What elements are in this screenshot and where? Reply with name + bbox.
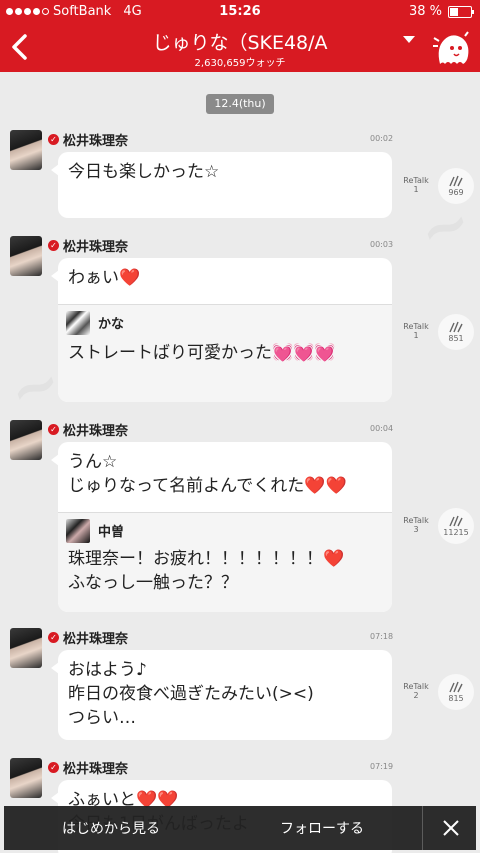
back-chevron-icon[interactable] xyxy=(6,30,34,64)
verified-badge-icon: ✓ xyxy=(48,240,59,251)
close-icon[interactable] xyxy=(440,817,462,839)
message-text: 今日も楽しかった☆ xyxy=(68,162,220,182)
post-time: 07:18 xyxy=(370,632,394,641)
poster-name: 松井珠理奈 xyxy=(63,762,129,777)
clap-button[interactable]: 11215 xyxy=(438,508,474,544)
retalk-count: 2 xyxy=(413,691,419,700)
page-title: じゅりな（SKE48/A xyxy=(152,32,328,54)
clap-button[interactable]: 851 xyxy=(438,314,474,350)
dropdown-caret-icon[interactable] xyxy=(403,36,415,43)
clap-count: 969 xyxy=(448,188,464,197)
commenter-name: 中曽 xyxy=(98,525,125,540)
retalk-button[interactable]: ReTalk 1 xyxy=(396,322,436,340)
bottom-action-bar: はじめから見る フォローする xyxy=(4,806,476,850)
quoted-comment[interactable]: 中曽 珠理奈ー！お疲れ！！！！！！！❤️ ふなっし一触った？？ xyxy=(58,512,392,612)
avatar[interactable] xyxy=(10,758,42,798)
retalk-label: ReTalk xyxy=(403,176,429,185)
message-bubble[interactable]: おはよう♪ 昨日の夜食べ過ぎたみたい(><) つらい… xyxy=(51,650,392,740)
ghost-mascot-icon[interactable] xyxy=(430,28,474,68)
post-time: 07:19 xyxy=(370,762,394,771)
clap-count: 815 xyxy=(448,694,464,703)
post-time: 00:02 xyxy=(370,134,394,143)
poster-name: 松井珠理奈 xyxy=(63,632,129,647)
message-bubble[interactable]: わぁい❤️ かな ストレートばり可愛かった💓💓💓 xyxy=(51,258,392,402)
poster-name: 松井珠理奈 xyxy=(63,134,129,149)
retalk-label: ReTalk xyxy=(403,322,429,331)
clap-hands-icon xyxy=(449,515,463,527)
clap-count: 851 xyxy=(448,334,464,343)
retalk-count: 1 xyxy=(413,185,419,194)
verified-badge-icon: ✓ xyxy=(48,762,59,773)
battery-percent: 38 % xyxy=(408,4,442,19)
comment-text: ストレートばり可愛かった💓💓💓 xyxy=(68,343,336,363)
avatar[interactable] xyxy=(10,420,42,460)
clap-hands-icon xyxy=(449,321,463,333)
message-bubble[interactable]: うん☆ じゅりなって名前よんでくれた❤️❤️ 中曽 珠理奈ー！お疲れ！！！！！！… xyxy=(51,442,392,612)
watch-count: 2,630,659ウォッチ xyxy=(194,58,286,69)
clap-hands-icon xyxy=(449,681,463,693)
retalk-button[interactable]: ReTalk 1 xyxy=(396,176,436,194)
date-separator: 12.4(thu) xyxy=(206,94,274,114)
commenter-avatar xyxy=(66,519,90,543)
poster-name: 松井珠理奈 xyxy=(63,240,129,255)
retalk-count: 3 xyxy=(413,525,419,534)
quoted-comment[interactable]: かな ストレートばり可愛かった💓💓💓 xyxy=(58,304,392,402)
comment-text: 珠理奈ー！お疲れ！！！！！！！❤️ ふなっし一触った？？ xyxy=(68,549,345,593)
verified-badge-icon: ✓ xyxy=(48,134,59,145)
avatar[interactable] xyxy=(10,130,42,170)
post-time: 00:03 xyxy=(370,240,394,249)
retalk-button[interactable]: ReTalk 2 xyxy=(396,682,436,700)
commenter-name: かな xyxy=(98,317,125,332)
divider xyxy=(422,806,423,850)
clap-hands-icon xyxy=(449,175,463,187)
avatar[interactable] xyxy=(10,236,42,276)
retalk-button[interactable]: ReTalk 3 xyxy=(396,516,436,534)
message-text: うん☆ じゅりなって名前よんでくれた❤️❤️ xyxy=(68,452,347,496)
verified-badge-icon: ✓ xyxy=(48,424,59,435)
post-time: 00:04 xyxy=(370,424,394,433)
retalk-count: 1 xyxy=(413,331,419,340)
follow-button[interactable]: フォローする xyxy=(280,818,364,838)
battery-icon xyxy=(448,5,474,18)
start-from-beginning-button[interactable]: はじめから見る xyxy=(62,818,160,838)
avatar[interactable] xyxy=(10,628,42,668)
message-bubble[interactable]: 今日も楽しかった☆ xyxy=(51,152,392,218)
verified-badge-icon: ✓ xyxy=(48,632,59,643)
clap-count: 11215 xyxy=(443,528,469,537)
clap-button[interactable]: 969 xyxy=(438,168,474,204)
commenter-avatar xyxy=(66,311,90,335)
clap-button[interactable]: 815 xyxy=(438,674,474,710)
status-bar: SoftBank 4G 15:26 38 % xyxy=(0,0,480,24)
message-text: おはよう♪ 昨日の夜食べ過ぎたみたい(><) つらい… xyxy=(68,660,314,728)
talk-timeline[interactable]: ~ ~ 12.4(thu) ✓ 松井珠理奈 00:02 今日も楽しかった☆ ReT… xyxy=(0,72,480,853)
poster-name: 松井珠理奈 xyxy=(63,424,129,439)
retalk-label: ReTalk xyxy=(403,516,429,525)
retalk-label: ReTalk xyxy=(403,682,429,691)
nav-bar: じゅりな（SKE48/A 2,630,659ウォッチ xyxy=(0,24,480,72)
message-text: わぁい❤️ xyxy=(68,268,141,288)
